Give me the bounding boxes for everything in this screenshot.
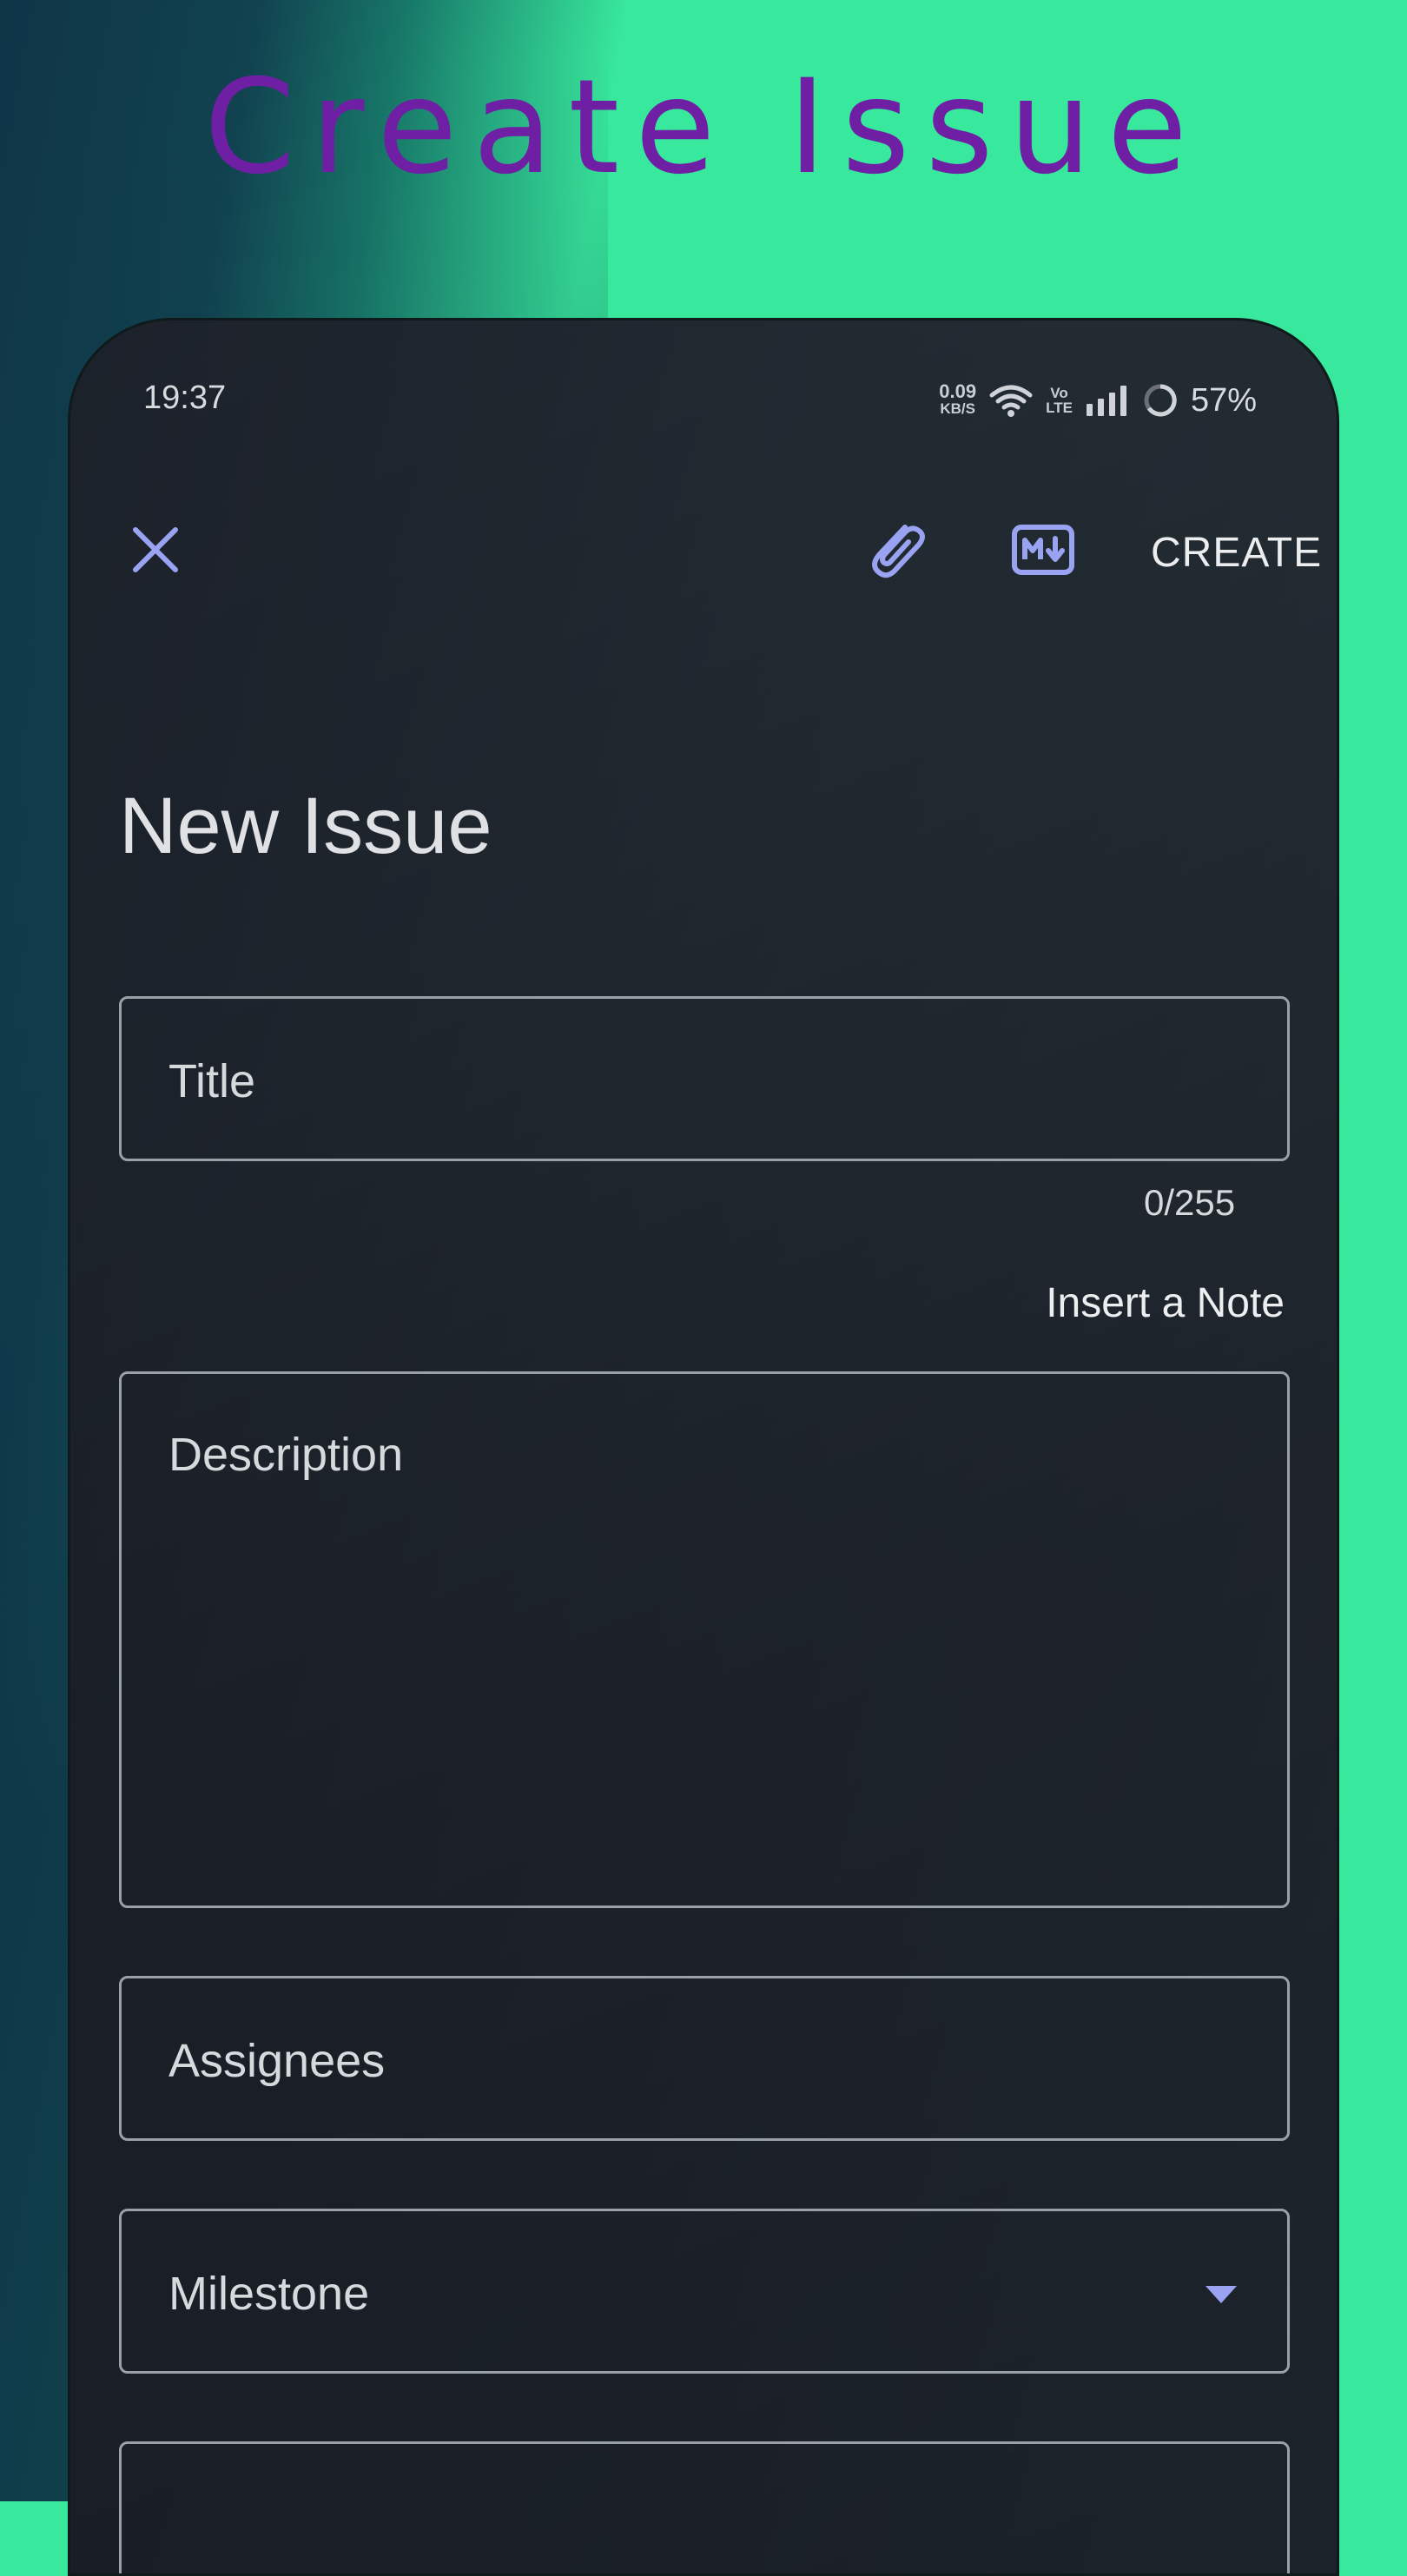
- battery-icon: [1142, 382, 1179, 419]
- assignees-placeholder: Assignees: [168, 2035, 386, 2087]
- title-placeholder: Title: [168, 1055, 256, 1107]
- promo-headline: Create Issue: [204, 52, 1203, 203]
- dropdown-arrow-icon: [1206, 2286, 1237, 2303]
- milestone-dropdown[interactable]: Milestone: [119, 2209, 1290, 2374]
- network-speed-value: 0.09: [939, 380, 977, 402]
- close-icon: [130, 525, 181, 578]
- network-speed: 0.09 KB/S: [939, 380, 977, 418]
- volte-bottom: LTE: [1046, 400, 1073, 416]
- title-field[interactable]: Title: [119, 996, 1290, 1161]
- phone-frame: 19:37 0.09 KB/S Vo LTE 57% CREATE New Is…: [68, 318, 1339, 2576]
- page-title: New Issue: [119, 782, 492, 870]
- status-icons: 0.09 KB/S Vo LTE 57%: [939, 374, 1257, 426]
- milestone-placeholder: Milestone: [168, 2268, 370, 2320]
- title-character-counter: 0/255: [1144, 1182, 1236, 1223]
- close-button[interactable]: [124, 520, 187, 583]
- attach-button[interactable]: [857, 515, 935, 588]
- signal-icon: [1085, 383, 1130, 418]
- paperclip-icon: [862, 515, 931, 588]
- insert-note-button[interactable]: Insert a Note: [1046, 1279, 1285, 1327]
- description-field[interactable]: Description: [119, 1371, 1290, 1908]
- toolbar: CREATE: [70, 494, 1337, 607]
- network-speed-unit: KB/S: [940, 400, 975, 417]
- markdown-icon: [1012, 525, 1074, 578]
- status-time: 19:37: [143, 380, 227, 416]
- volte-top: Vo: [1050, 385, 1068, 401]
- create-button[interactable]: CREATE: [1151, 529, 1322, 577]
- next-field[interactable]: [119, 2441, 1290, 2573]
- description-placeholder: Description: [168, 1429, 404, 1481]
- volte-indicator: Vo LTE: [1046, 386, 1073, 415]
- assignees-field[interactable]: Assignees: [119, 1976, 1290, 2141]
- status-bar: 19:37 0.09 KB/S Vo LTE 57%: [70, 374, 1337, 426]
- markdown-button[interactable]: [1007, 515, 1080, 588]
- battery-level: 57%: [1190, 381, 1257, 419]
- wifi-icon: [988, 383, 1034, 418]
